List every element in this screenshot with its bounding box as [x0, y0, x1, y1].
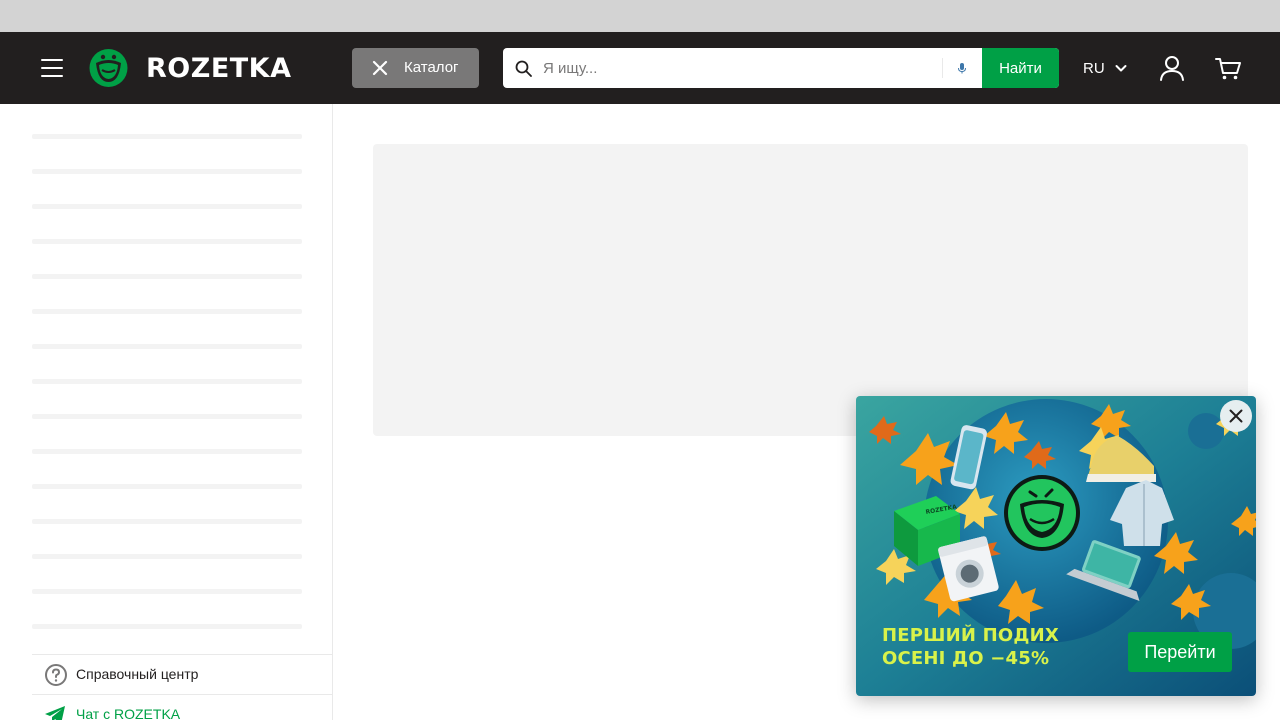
- menu-icon-bar: [41, 75, 63, 77]
- cart-icon: [1215, 58, 1241, 80]
- skeleton-row: [32, 414, 302, 419]
- menu-button[interactable]: [32, 52, 72, 84]
- main-banner-placeholder: [373, 144, 1248, 436]
- promo-popup[interactable]: ROZETKA ПЕРШИЙ ПОДИХ ОСЕНІ ДО −45% Перей…: [856, 396, 1256, 696]
- search-input[interactable]: [543, 48, 939, 88]
- close-icon: [372, 60, 388, 76]
- catalog-button[interactable]: Каталог: [352, 48, 479, 88]
- chat-link[interactable]: Чат с ROZETKA: [32, 694, 332, 720]
- mic-icon[interactable]: [955, 61, 969, 75]
- sidebar: Справочный центр Чат с ROZETKA: [0, 104, 333, 720]
- site-header: ROZETKA Каталог Найти RU: [0, 32, 1280, 104]
- help-center-link[interactable]: Справочный центр: [32, 654, 332, 694]
- skeleton-row: [32, 309, 302, 314]
- skeleton-row: [32, 589, 302, 594]
- language-code: RU: [1083, 59, 1105, 77]
- logo-mark-icon: [89, 49, 128, 87]
- skeleton-row: [32, 449, 302, 454]
- brand-name: ROZETKA: [146, 52, 292, 84]
- cart-button[interactable]: [1212, 52, 1244, 84]
- help-center-label: Справочный центр: [76, 666, 199, 682]
- chevron-down-icon: [1115, 65, 1127, 72]
- telegram-icon: [45, 706, 65, 720]
- menu-icon-bar: [41, 67, 63, 69]
- search-icon: [515, 60, 532, 77]
- skeleton-row: [32, 484, 302, 489]
- skeleton-row: [32, 554, 302, 559]
- language-switcher[interactable]: RU: [1083, 56, 1128, 80]
- skeleton-row: [32, 239, 302, 244]
- skeleton-row: [32, 274, 302, 279]
- skeleton-row: [32, 624, 302, 629]
- chat-label: Чат с ROZETKA: [76, 706, 181, 720]
- search-divider: [942, 58, 943, 78]
- logo[interactable]: ROZETKA: [88, 48, 292, 88]
- skeleton-row: [32, 379, 302, 384]
- browser-top-strip: [0, 0, 1280, 32]
- close-icon: [1229, 409, 1243, 423]
- skeleton-row: [32, 134, 302, 139]
- search-submit-button[interactable]: Найти: [982, 48, 1059, 88]
- promo-headline-line2: ОСЕНІ ДО −45%: [882, 648, 1050, 669]
- user-icon: [1160, 56, 1184, 81]
- skeleton-row: [32, 169, 302, 174]
- skeleton-row: [32, 204, 302, 209]
- search-bar: Найти: [503, 48, 1059, 88]
- skeleton-row: [32, 519, 302, 524]
- skeleton-row: [32, 344, 302, 349]
- menu-icon-bar: [41, 59, 63, 61]
- promo-headline-line1: ПЕРШИЙ ПОДИХ: [882, 625, 1059, 646]
- popup-close-button[interactable]: [1220, 400, 1252, 432]
- question-icon: [45, 664, 67, 686]
- catalog-label: Каталог: [404, 59, 459, 76]
- promo-go-button[interactable]: Перейти: [1128, 632, 1232, 672]
- user-button[interactable]: [1156, 52, 1188, 84]
- promo-headline: ПЕРШИЙ ПОДИХ ОСЕНІ ДО −45%: [882, 624, 1059, 670]
